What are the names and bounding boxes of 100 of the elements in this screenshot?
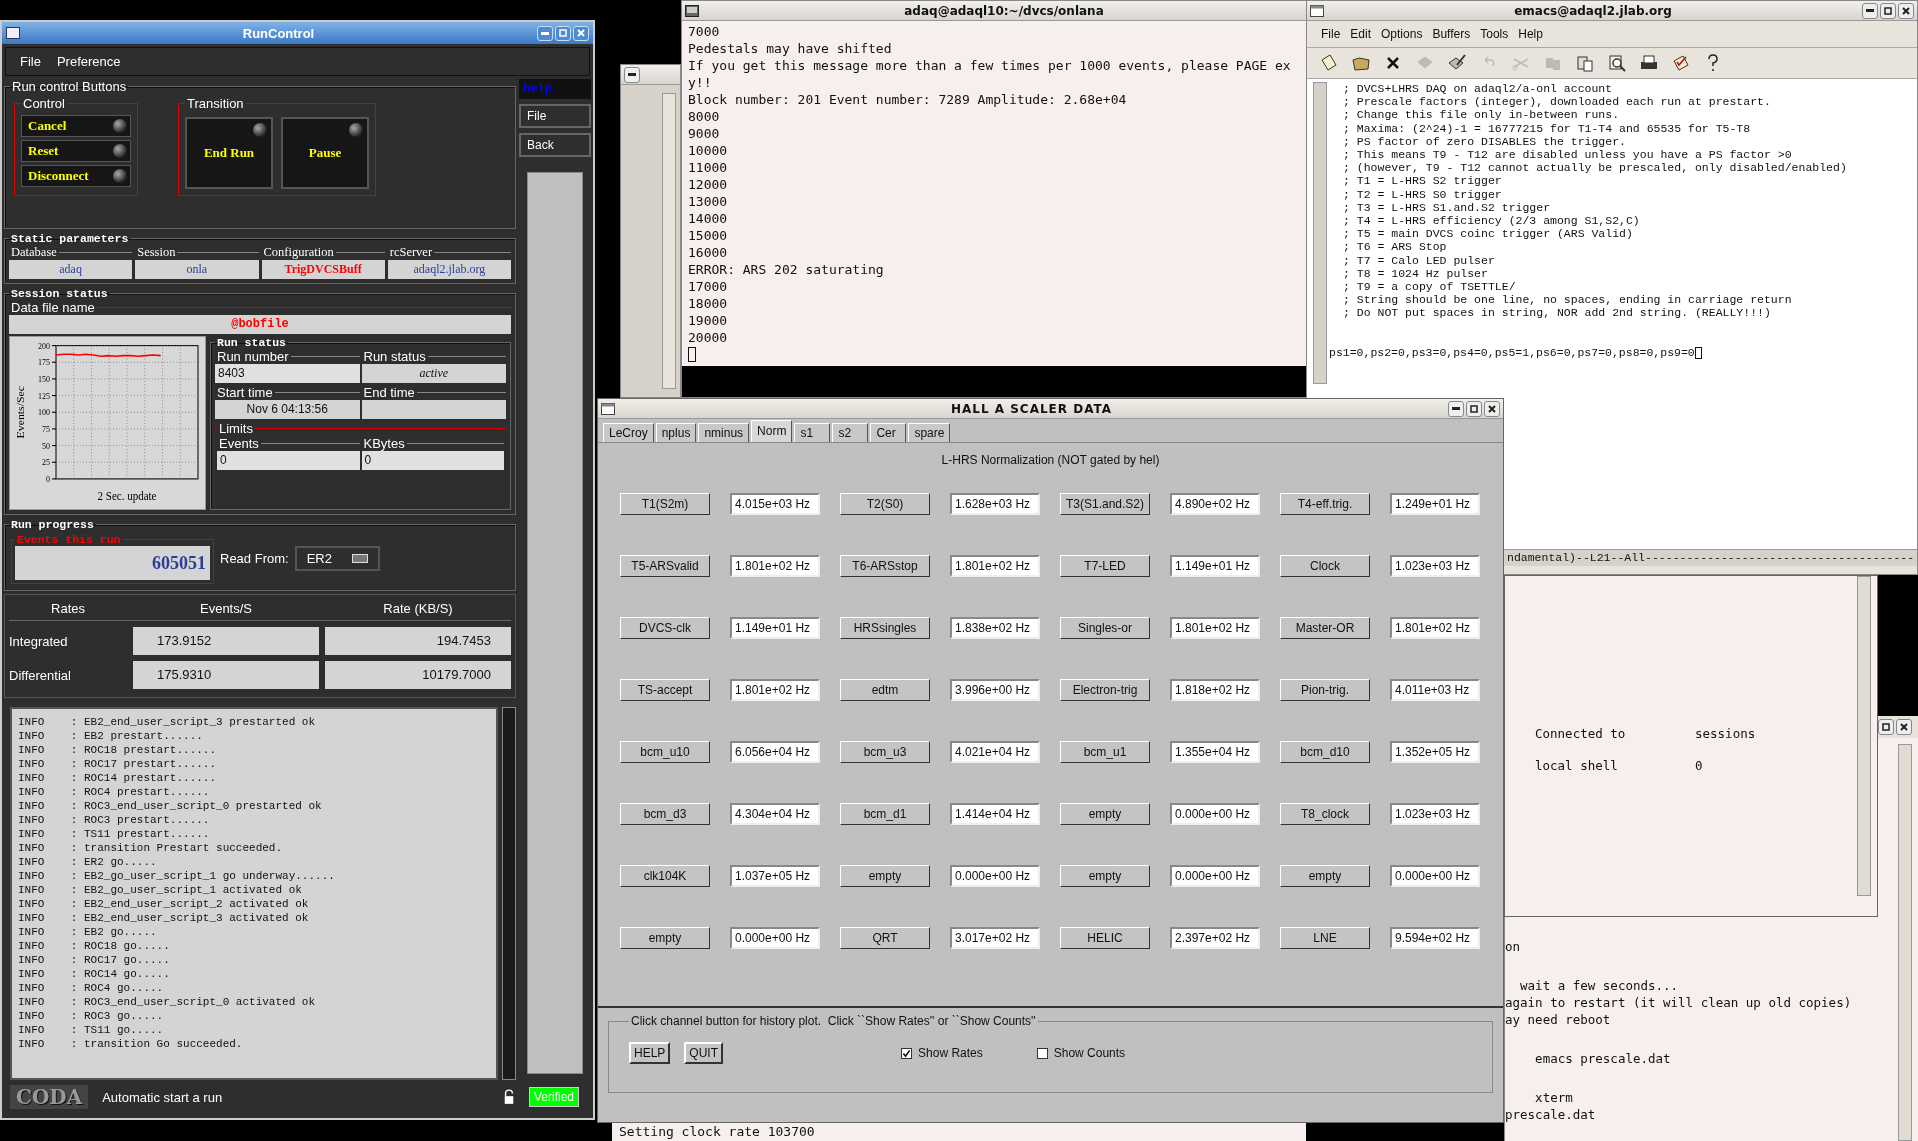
tab[interactable]: Norm [751,420,793,442]
rate-field: 4.011e+03 Hz [1390,679,1480,701]
search-icon[interactable] [1607,53,1627,73]
minimize-button[interactable] [624,66,640,83]
channel-button[interactable]: QRT [840,927,930,949]
channel-button[interactable]: Electron-trig [1060,679,1150,701]
terminal-line: Setting clock rate 103700 [619,1124,815,1139]
paste-icon[interactable] [1575,53,1595,73]
nav-button[interactable]: Back [519,133,591,157]
field-label: End time [362,385,416,400]
input-field[interactable]: 0 [361,451,504,470]
channel-button[interactable]: empty [840,865,930,887]
control-button[interactable]: Cancel [21,115,131,137]
channel-button[interactable]: T3(S1.and.S2) [1060,493,1150,515]
channel-button[interactable]: empty [1060,865,1150,887]
minimize-icon [628,73,636,76]
menu-item[interactable]: Buffers [1432,27,1471,41]
minimize-button[interactable] [1448,400,1464,417]
channel-button[interactable]: Singles-or [1060,617,1150,639]
channel-button[interactable]: bcm_u1 [1060,741,1150,763]
axis-title: Events/Sec [14,386,26,439]
rate-field: 1.801e+02 Hz [730,679,820,701]
tab[interactable]: nminus [698,423,750,442]
tab[interactable]: LeCroy [603,423,654,442]
close-button[interactable] [1484,400,1500,417]
scrollbar[interactable] [527,172,583,1074]
input-field[interactable]: 8403 [215,364,360,383]
tab[interactable]: s2 [832,423,869,442]
terminal-line: 16000 [688,244,729,261]
checkbox[interactable] [901,1047,913,1059]
close-button[interactable] [1896,719,1912,735]
channel-button[interactable]: bcm_d1 [840,803,930,825]
control-button[interactable]: Reset [21,140,131,162]
channel-button[interactable]: T8_clock [1280,803,1370,825]
channel-button[interactable]: DVCS-clk [620,617,710,639]
channel-button[interactable]: clk104K [620,865,710,887]
channel-button[interactable]: empty [1280,865,1370,887]
menu-item[interactable]: Help [1518,27,1543,41]
scrollbar[interactable] [662,93,676,389]
transition-button[interactable]: Pause [281,117,369,189]
channel-button[interactable]: bcm_u10 [620,741,710,763]
channel-button[interactable]: empty [1060,803,1150,825]
rate-value: 10179.7000 [325,661,511,689]
checkbox[interactable] [1036,1047,1048,1059]
menu-item[interactable]: File [1321,27,1341,41]
action-button[interactable]: HELP [629,1042,671,1064]
menu-item[interactable]: Options [1381,27,1423,41]
channel-button[interactable]: empty [620,927,710,949]
log-line: INFO : ROC3_end_user_script_0 prestarted ok [18,799,323,813]
channel-button[interactable]: T4-eff.trig. [1280,493,1370,515]
close-button[interactable] [1898,2,1914,19]
indicator-light-icon [113,144,127,158]
menu-item[interactable]: File [20,54,41,69]
channel-button[interactable]: bcm_u3 [840,741,930,763]
channel-button[interactable]: HRSsingles [840,617,930,639]
channel-button[interactable]: Clock [1280,555,1370,577]
code-line: ; Do NOT put spaces in string, NOR add 2nd string. (REALLY!!!) [1343,306,1772,320]
menu-item[interactable]: Preference [56,54,121,69]
channel-button[interactable]: T2(S0) [840,493,930,515]
scrollbar[interactable] [502,707,516,1080]
channel-button[interactable]: T7-LED [1060,555,1150,577]
maximize-button[interactable] [1878,719,1894,735]
channel-button[interactable]: TS-accept [620,679,710,701]
checkbox-option[interactable]: Show Rates [901,1046,983,1060]
checklist-icon[interactable] [1671,53,1691,73]
page-icon[interactable] [1319,53,1339,73]
tab[interactable]: spare [908,423,951,442]
tab[interactable]: s1 [794,423,831,442]
scrollbar[interactable] [1857,576,1871,896]
scrollbar[interactable] [1898,744,1912,1141]
dropdown[interactable]: ER2 [294,546,380,571]
log-line: INFO : transition Go succeeded. [18,1037,244,1051]
channel-button[interactable]: HELIC [1060,927,1150,949]
scrollbar[interactable] [1313,82,1327,384]
axis-tick-label: 75 [42,424,50,435]
maximize-button[interactable] [1466,400,1482,417]
channel-button[interactable]: Pion-trig. [1280,679,1370,701]
checkbox-option[interactable]: Show Counts [1036,1046,1126,1060]
action-button[interactable]: QUIT [684,1042,724,1064]
maximize-button[interactable] [1880,2,1896,19]
code-line: ; T2 = L-HRS S0 trigger [1343,187,1503,201]
nav-button[interactable]: File [519,104,591,128]
field-label: Read From: [220,551,289,566]
control-button[interactable]: Disconnect [21,165,131,187]
channel-button[interactable]: edtm [840,679,930,701]
channel-button[interactable]: T5-ARSvalid [620,555,710,577]
field-label: Run number [216,349,290,364]
menu-item[interactable]: Tools [1480,27,1509,41]
menu-item[interactable]: Edit [1350,27,1372,41]
transition-button[interactable]: End Run [185,117,273,189]
minimize-button[interactable] [1862,2,1878,19]
input-field[interactable]: 0 [217,451,360,470]
channel-button[interactable]: bcm_d10 [1280,741,1370,763]
channel-button[interactable]: Master-OR [1280,617,1370,639]
tab[interactable]: Cer [870,423,907,442]
channel-button[interactable]: T6-ARSstop [840,555,930,577]
channel-button[interactable]: T1(S2m) [620,493,710,515]
channel-button[interactable]: LNE [1280,927,1370,949]
tab[interactable]: nplus [655,423,697,442]
channel-button[interactable]: bcm_d3 [620,803,710,825]
